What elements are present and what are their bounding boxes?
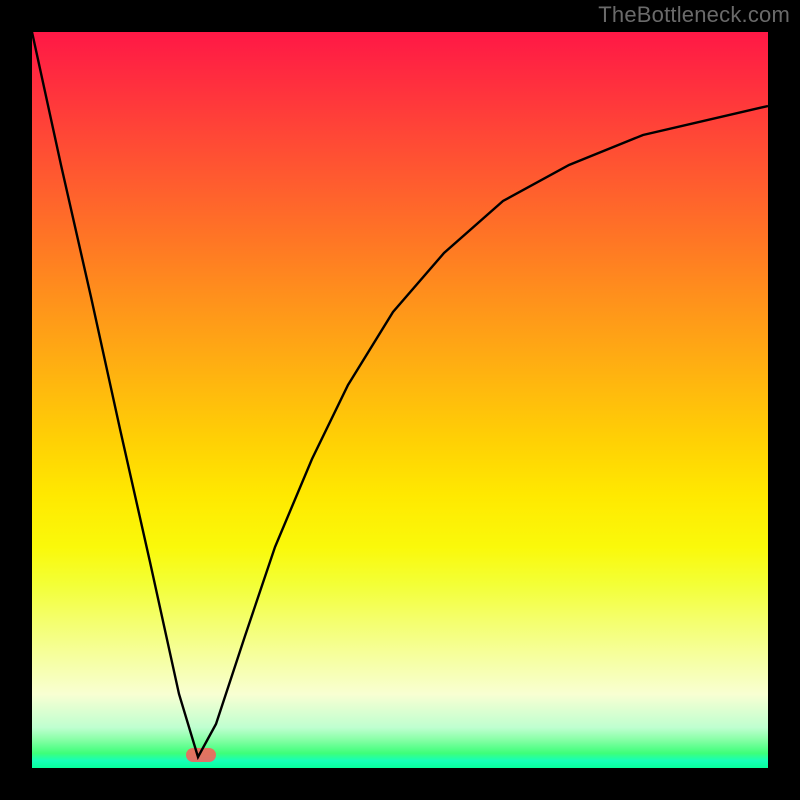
gradient-plot-area [32, 32, 768, 768]
chart-frame: TheBottleneck.com [0, 0, 800, 800]
bottleneck-curve [32, 32, 768, 768]
watermark-text: TheBottleneck.com [598, 2, 790, 28]
curve-path [32, 32, 768, 757]
